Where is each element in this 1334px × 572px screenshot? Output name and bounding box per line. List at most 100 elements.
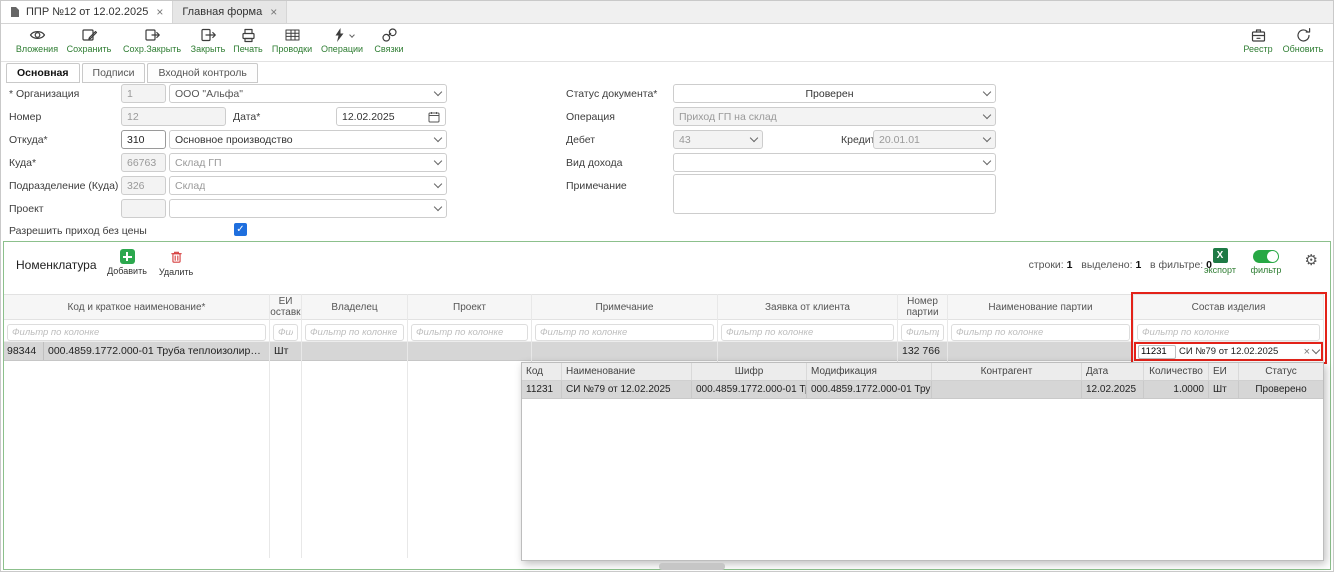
tab-input-control[interactable]: Входной контроль bbox=[147, 63, 257, 83]
dropdown-column-header[interactable]: Дата bbox=[1082, 363, 1144, 380]
table-grid-icon bbox=[284, 27, 301, 43]
close-tab-icon[interactable]: × bbox=[270, 5, 277, 19]
attachments-button[interactable]: Вложения bbox=[13, 27, 61, 54]
dropdown-column-header[interactable]: Количество bbox=[1144, 363, 1209, 380]
filter-input[interactable] bbox=[273, 324, 298, 341]
organization-code-field[interactable] bbox=[121, 84, 166, 103]
table-row-cell[interactable]: 98344 000.4859.1772.000-01 Труба теплоиз… bbox=[4, 342, 269, 361]
postings-button[interactable]: Проводки bbox=[269, 27, 315, 54]
window-tab-label: ППР №12 от 12.02.2025 bbox=[26, 6, 148, 18]
dropdown-cell: 000.4859.1772.000-01 Тр... bbox=[692, 381, 807, 398]
column-header[interactable]: Наименование партии bbox=[948, 294, 1133, 320]
save-close-button[interactable]: Сохр.Закрыть bbox=[121, 27, 183, 54]
column-header[interactable]: Код и краткое наименование* bbox=[4, 294, 269, 320]
column-header[interactable]: Состав изделия bbox=[1134, 294, 1323, 320]
chain-icon bbox=[381, 27, 398, 43]
dropdown-column-header[interactable]: ЕИ bbox=[1209, 363, 1239, 380]
division-label: Подразделение (Куда) bbox=[9, 180, 118, 192]
chevron-down-icon bbox=[434, 134, 442, 142]
calendar-icon[interactable] bbox=[428, 111, 440, 123]
dropdown-column-header[interactable]: Модификация bbox=[807, 363, 932, 380]
to-select[interactable]: Склад ГП bbox=[169, 153, 447, 172]
filter-input[interactable] bbox=[721, 324, 894, 341]
links-button[interactable]: Связки bbox=[369, 27, 409, 54]
date-field[interactable]: 12.02.2025 bbox=[336, 107, 446, 126]
column-header[interactable]: Заявка от клиента bbox=[718, 294, 897, 320]
dropdown-column-header[interactable]: Статус bbox=[1239, 363, 1324, 380]
from-select[interactable]: Основное производство bbox=[169, 130, 447, 149]
table-row-cell[interactable] bbox=[718, 342, 897, 361]
filter-input[interactable] bbox=[7, 324, 266, 341]
filter-input[interactable] bbox=[411, 324, 528, 341]
filter-input[interactable] bbox=[305, 324, 404, 341]
dropdown-cell: Проверено bbox=[1239, 381, 1324, 398]
dropdown-column-header[interactable]: Код bbox=[522, 363, 562, 380]
refresh-button[interactable]: Обновить bbox=[1281, 27, 1325, 54]
operation-select[interactable]: Приход ГП на склад bbox=[673, 107, 996, 126]
table-row-cell[interactable] bbox=[408, 342, 531, 361]
dropdown-cell bbox=[932, 381, 1082, 398]
add-row-button[interactable]: Добавить bbox=[104, 249, 150, 276]
table-row-cell[interactable] bbox=[532, 342, 717, 361]
delete-row-button[interactable]: Удалить bbox=[154, 249, 198, 277]
column-header[interactable]: ЕИ поставки bbox=[270, 294, 301, 320]
project-select[interactable] bbox=[169, 199, 447, 218]
division-select[interactable]: Склад bbox=[169, 176, 447, 195]
eye-icon bbox=[29, 27, 46, 43]
table-row-cell[interactable] bbox=[948, 342, 1133, 361]
close-button[interactable]: Закрыть bbox=[187, 27, 229, 54]
chevron-down-icon[interactable] bbox=[1312, 346, 1320, 354]
number-field[interactable] bbox=[121, 107, 226, 126]
lightning-icon bbox=[331, 27, 348, 43]
income-type-label: Вид дохода bbox=[566, 157, 622, 169]
status-select[interactable]: Проверен bbox=[673, 84, 996, 103]
operations-button[interactable]: Операции bbox=[319, 27, 365, 54]
credit-select[interactable]: 20.01.01 bbox=[873, 130, 996, 149]
column-header[interactable]: Примечание bbox=[532, 294, 717, 320]
note-textarea[interactable] bbox=[673, 174, 996, 214]
chevron-down-icon bbox=[434, 180, 442, 188]
clear-icon[interactable]: × bbox=[1304, 346, 1310, 358]
column-unit: ЕИ поставки Шт bbox=[270, 294, 302, 558]
dropdown-row[interactable]: 11231 СИ №79 от 12.02.2025 000.4859.1772… bbox=[522, 381, 1323, 399]
tab-main[interactable]: Основная bbox=[6, 63, 80, 83]
allow-no-price-checkbox[interactable]: ✓ bbox=[234, 223, 247, 236]
registry-button[interactable]: Реестр bbox=[1239, 27, 1277, 54]
project-code-field[interactable] bbox=[121, 199, 166, 218]
print-button[interactable]: Печать bbox=[229, 27, 267, 54]
filter-input[interactable] bbox=[1137, 324, 1320, 341]
settings-gear-icon[interactable]: ⚙ bbox=[1305, 253, 1318, 268]
column-header[interactable]: Проект bbox=[408, 294, 531, 320]
from-code-field[interactable] bbox=[121, 130, 166, 149]
to-code-field[interactable] bbox=[121, 153, 166, 172]
horizontal-scrollbar-thumb[interactable] bbox=[659, 563, 725, 570]
table-row-cell[interactable] bbox=[302, 342, 407, 361]
filter-input[interactable] bbox=[535, 324, 714, 341]
export-excel-button[interactable]: X экспорт bbox=[1202, 248, 1238, 275]
table-row-cell[interactable]: 132 766 bbox=[898, 342, 947, 361]
window-tab-label: Главная форма bbox=[182, 6, 262, 18]
column-header[interactable]: Номер партии bbox=[898, 294, 947, 320]
window-tab-document[interactable]: ППР №12 от 12.02.2025 × bbox=[1, 1, 173, 23]
chevron-down-icon bbox=[983, 111, 991, 119]
composition-editor-cell[interactable]: СИ №79 от 12.02.2025 × bbox=[1134, 342, 1323, 361]
organization-select[interactable]: ООО "Альфа" bbox=[169, 84, 447, 103]
close-tab-icon[interactable]: × bbox=[156, 5, 163, 19]
dropdown-column-header[interactable]: Наименование bbox=[562, 363, 692, 380]
save-button[interactable]: Сохранить bbox=[63, 27, 115, 54]
filter-input[interactable] bbox=[901, 324, 944, 341]
debit-select[interactable]: 43 bbox=[673, 130, 763, 149]
allow-no-price-label: Разрешить приход без цены bbox=[9, 225, 147, 237]
tab-signatures[interactable]: Подписи bbox=[82, 63, 146, 83]
composition-code-input[interactable] bbox=[1138, 345, 1176, 359]
dropdown-column-header[interactable]: Шифр bbox=[692, 363, 807, 380]
filter-input[interactable] bbox=[951, 324, 1130, 341]
column-header[interactable]: Владелец bbox=[302, 294, 407, 320]
window-tab-main-form[interactable]: Главная форма × bbox=[173, 1, 287, 23]
filter-toggle[interactable]: фильтр bbox=[1248, 250, 1284, 275]
income-type-select[interactable] bbox=[673, 153, 996, 172]
dropdown-column-header[interactable]: Контрагент bbox=[932, 363, 1082, 380]
save-icon bbox=[81, 27, 98, 43]
table-row-cell[interactable]: Шт bbox=[270, 342, 301, 361]
division-code-field[interactable] bbox=[121, 176, 166, 195]
